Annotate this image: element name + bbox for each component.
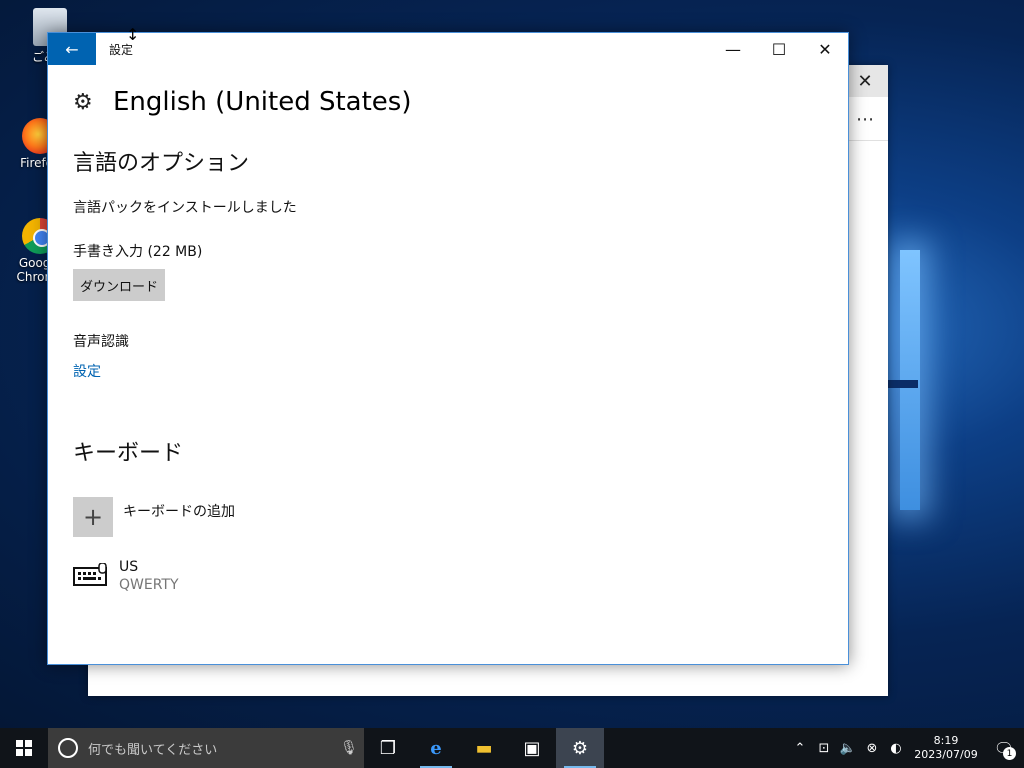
keyboard-list-item[interactable]: US QWERTY xyxy=(73,559,823,593)
keyboard-name: US xyxy=(119,559,139,575)
error-icon[interactable]: ⊗ xyxy=(860,741,884,756)
add-keyboard-button[interactable]: + キーボードの追加 xyxy=(73,497,823,537)
more-options-icon[interactable]: ⋯ xyxy=(848,105,882,133)
settings-taskbar-button[interactable]: ⚙ xyxy=(556,728,604,768)
search-box[interactable]: 何でも聞いてください 🎙 xyxy=(48,728,364,768)
keyboard-layout: QWERTY xyxy=(119,577,179,593)
handwriting-label: 手書き入力 (22 MB) xyxy=(73,244,203,260)
notification-count-badge: 1 xyxy=(1003,747,1016,760)
file-explorer-button[interactable]: ▬ xyxy=(460,728,508,768)
store-button[interactable]: ▣ xyxy=(508,728,556,768)
volume-icon[interactable]: 🔈 xyxy=(836,741,860,756)
keyboard-info: US QWERTY xyxy=(119,559,179,593)
network-icon[interactable]: ⊡ xyxy=(812,741,836,756)
page-title: English (United States) xyxy=(113,87,412,117)
download-button[interactable]: ダウンロード xyxy=(73,269,165,301)
text-cursor-icon: ↕ xyxy=(126,25,140,44)
edge-button[interactable]: e xyxy=(412,728,460,768)
microphone-icon[interactable]: 🎙 xyxy=(334,740,364,756)
speech-settings-link[interactable]: 設定 xyxy=(73,361,823,381)
wallpaper-divider xyxy=(888,380,918,388)
window-controls: — ☐ ✕ xyxy=(710,33,848,65)
system-tray: ⌃ ⊡ 🔈 ⊗ ◐ 8:19 2023/07/09 🗨 1 xyxy=(788,728,1024,768)
settings-titlebar[interactable]: ← 設定 — ☐ ✕ xyxy=(48,33,848,65)
night-light-icon[interactable]: ◐ xyxy=(884,741,908,756)
minimize-button[interactable]: — xyxy=(710,33,756,65)
action-center-button[interactable]: 🗨 1 xyxy=(984,728,1024,768)
language-options-heading: 言語のオプション xyxy=(73,151,250,176)
taskbar: 何でも聞いてください 🎙 ❐ e ▬ ▣ ⚙ ⌃ ⊡ 🔈 ⊗ ◐ 8:19 20… xyxy=(0,728,1024,768)
add-keyboard-label: キーボードの追加 xyxy=(123,504,235,520)
keyboard-icon xyxy=(73,563,107,586)
desktop: ごみ箱 Firefox Google Chrome ✕ ⋯ ← 設定 — ☐ ✕… xyxy=(0,0,1024,728)
page-header: ⚙ English (United States) xyxy=(73,87,823,117)
close-button[interactable]: ✕ xyxy=(802,33,848,65)
speech-label: 音声認識 xyxy=(73,334,129,350)
task-view-button[interactable]: ❐ xyxy=(364,728,412,768)
cortana-icon xyxy=(58,738,78,758)
start-button[interactable] xyxy=(0,728,48,768)
clock-time: 8:19 xyxy=(933,734,959,747)
chevron-up-icon[interactable]: ⌃ xyxy=(788,741,812,756)
language-pack-status: 言語パックをインストールしました xyxy=(73,200,297,216)
settings-window[interactable]: ← 設定 — ☐ ✕ ⚙ English (United States) 言語の… xyxy=(47,32,849,665)
clock-date: 2023/07/09 xyxy=(914,748,978,761)
clock[interactable]: 8:19 2023/07/09 xyxy=(908,734,984,762)
search-placeholder: 何でも聞いてください xyxy=(88,742,218,758)
keyboard-heading: キーボード xyxy=(73,441,184,466)
back-button[interactable]: ← xyxy=(48,33,96,65)
gear-icon: ⚙ xyxy=(73,89,93,115)
maximize-button[interactable]: ☐ xyxy=(756,33,802,65)
settings-content: ⚙ English (United States) 言語のオプション 言語パック… xyxy=(73,65,823,593)
windows-start-icon xyxy=(16,740,32,756)
plus-icon: + xyxy=(73,497,113,537)
